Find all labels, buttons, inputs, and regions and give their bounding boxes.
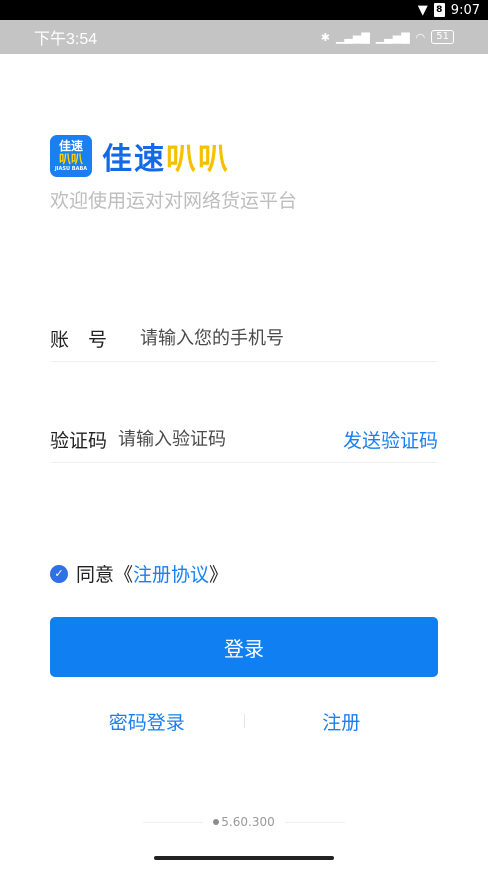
logo-icon-line1: 佳速 xyxy=(58,139,83,153)
status-time: 下午3:54 xyxy=(34,31,98,48)
phone-input[interactable] xyxy=(140,327,438,349)
version-line-left xyxy=(143,821,204,823)
wifi-icon: ◠ xyxy=(415,30,426,44)
brand-name-part2: 叭叭 xyxy=(166,142,230,177)
home-indicator[interactable] xyxy=(154,856,334,860)
account-divider xyxy=(50,361,438,362)
battery-icon: 8 xyxy=(433,3,445,17)
code-row: 验证码 发送验证码 xyxy=(50,423,438,455)
send-code-button[interactable]: 发送验证码 xyxy=(343,426,438,453)
app-status-bar: 下午3:54 ✱ ▁▃▅▇ ▁▃▅▇ ◠ 51 xyxy=(0,20,488,54)
logo-icon-line3: JIASU BABA xyxy=(54,166,88,172)
verification-code-input[interactable] xyxy=(117,428,343,450)
password-login-link[interactable]: 密码登录 xyxy=(50,708,244,735)
signal-icon: ▁▃▅▇ xyxy=(335,30,370,44)
version-line-right xyxy=(284,821,345,823)
dot-icon xyxy=(213,819,220,825)
agreement-suffix: 》 xyxy=(209,564,229,586)
wifi-icon: ▼ xyxy=(417,2,428,18)
agreement-prefix: 同意《 xyxy=(76,564,134,586)
account-label: 账 号 xyxy=(50,328,108,351)
system-time: 9:07 xyxy=(450,2,480,18)
signal-icon-2: ▁▃▅▇ xyxy=(375,30,410,44)
status-icons: ✱ ▁▃▅▇ ▁▃▅▇ ◠ 51 xyxy=(321,30,454,44)
bluetooth-icon: ✱ xyxy=(320,30,330,44)
brand-name: 佳速 叭叭 xyxy=(102,134,230,178)
app-logo-icon: 佳速 叭叭 JIASU BABA xyxy=(50,135,92,177)
code-label: 验证码 xyxy=(50,429,108,452)
account-row: 账 号 xyxy=(50,322,438,354)
system-status-bar: ▼ 8 9:07 xyxy=(0,0,488,20)
version-info: 5.60.300 xyxy=(213,815,275,829)
agreement-checkbox[interactable]: ✓ xyxy=(50,564,68,583)
logo-icon-line2: 叭叭 xyxy=(58,152,83,166)
brand-logo: 佳速 叭叭 JIASU BABA 佳速 叭叭 xyxy=(50,134,230,178)
battery-icon: 51 xyxy=(431,30,454,44)
welcome-tagline: 欢迎使用运对对网络货运平台 xyxy=(50,190,298,212)
agreement-link[interactable]: 注册协议 xyxy=(133,560,209,587)
secondary-links: 密码登录 注册 xyxy=(50,706,438,736)
version-footer: 5.60.300 xyxy=(0,815,488,829)
version-text: 5.60.300 xyxy=(221,815,275,829)
brand-name-part1: 佳速 xyxy=(102,142,166,177)
code-divider xyxy=(50,462,438,463)
login-button[interactable]: 登录 xyxy=(50,617,438,677)
agreement-row: ✓ 同意《 注册协议 》 xyxy=(50,560,228,587)
register-link[interactable]: 注册 xyxy=(245,708,439,735)
